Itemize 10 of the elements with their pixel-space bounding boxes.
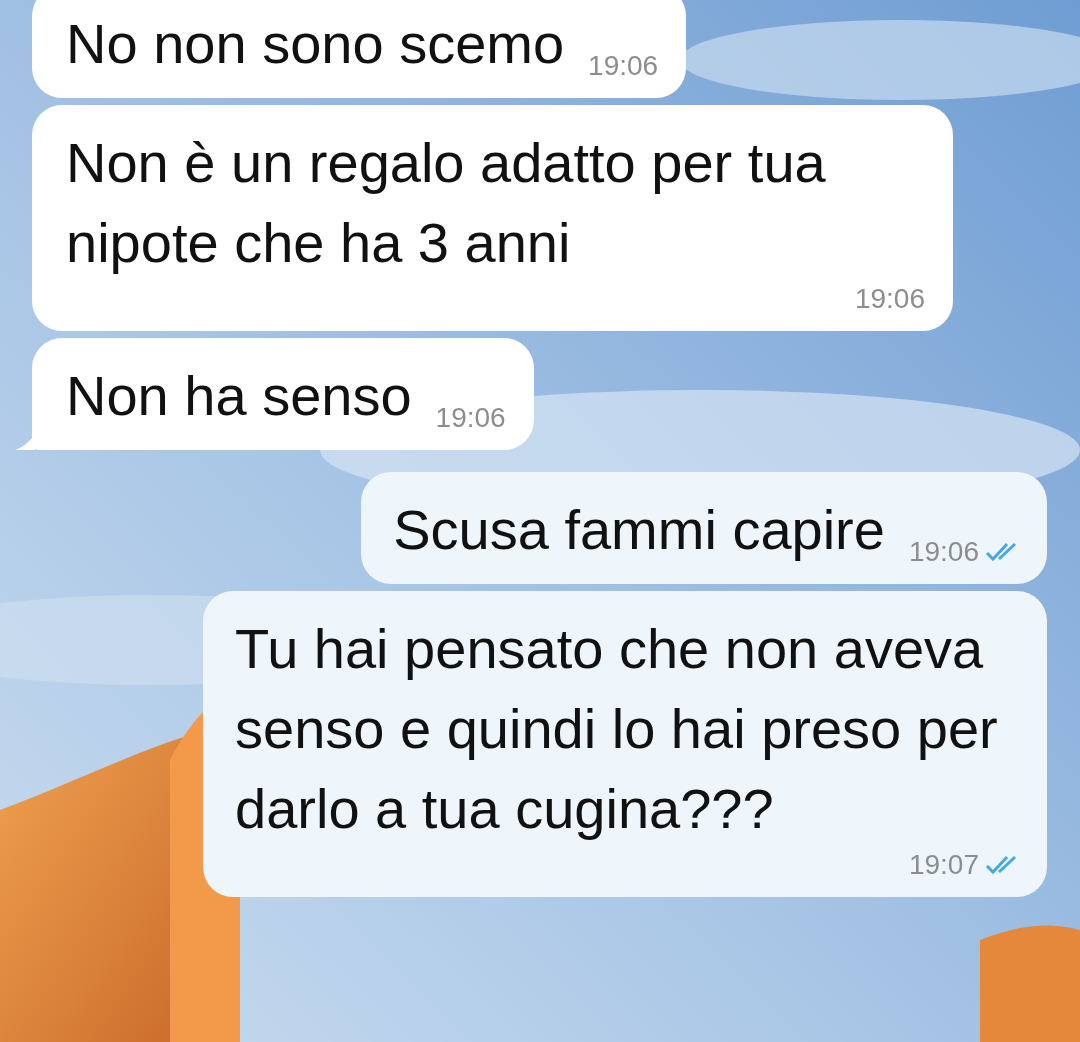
message-time: 19:06 — [908, 536, 979, 568]
message-text: Tu hai pensato che non aveva senso e quindi lo hai preso per darlo a tua cugina??? — [235, 616, 999, 842]
message-time: 19:06 — [854, 283, 925, 315]
message-text: Non è un regalo adatto per tua nipote che ha 3 anni — [66, 130, 827, 276]
message-text: No non sono scemo — [66, 11, 565, 77]
message-time: 19:07 — [908, 849, 979, 881]
message-text: Non ha senso — [66, 363, 412, 429]
message-time: 19:06 — [588, 50, 659, 82]
message-text: Scusa fammi capire — [393, 497, 885, 563]
message-time: 19:06 — [435, 402, 506, 434]
